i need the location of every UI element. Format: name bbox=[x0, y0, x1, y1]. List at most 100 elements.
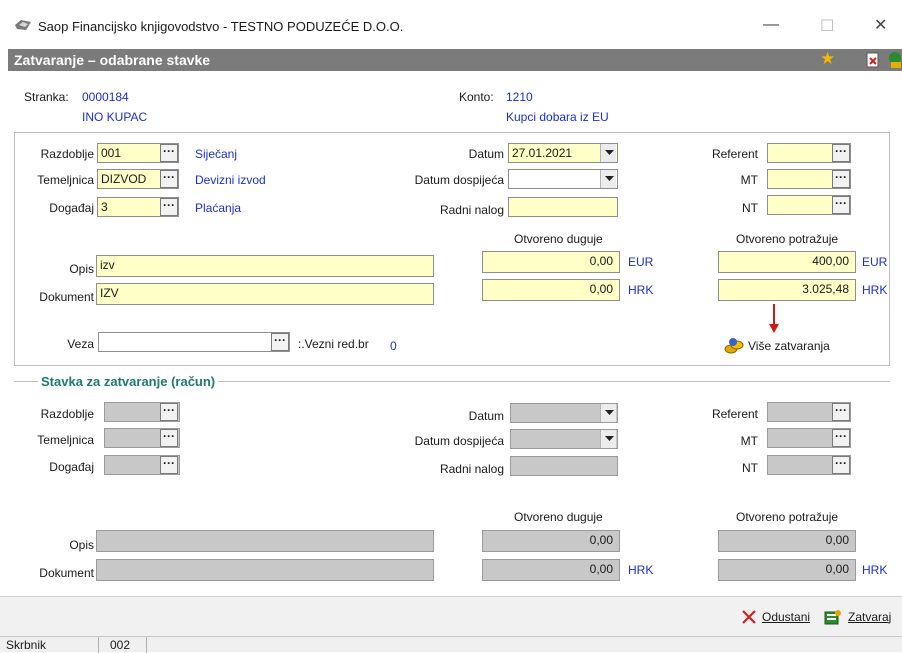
vezni-label: :.Vezni red.br bbox=[298, 337, 369, 351]
konto-label: Konto: bbox=[459, 90, 494, 104]
razdoblje-label: Razdoblje bbox=[40, 147, 94, 161]
dokument-field[interactable]: IZV bbox=[96, 283, 434, 305]
odustani-button[interactable]: Odustani bbox=[742, 608, 822, 628]
razdoblje-lookup-button[interactable]: ··· bbox=[160, 144, 178, 162]
window-title: Saop Financijsko knjigovodstvo - TESTNO … bbox=[38, 19, 404, 34]
close-ledger-icon bbox=[824, 610, 841, 625]
lower-opis-field bbox=[96, 530, 434, 552]
close-button[interactable]: ✕ bbox=[874, 15, 887, 35]
status-separator-1 bbox=[98, 637, 99, 653]
lower-razdoblje-lookup-button[interactable]: ··· bbox=[160, 403, 178, 421]
lower-mt-lookup-button[interactable]: ··· bbox=[832, 429, 850, 447]
nt-lookup-button[interactable]: ··· bbox=[832, 196, 850, 214]
form-title: Zatvaranje – odabrane stavke bbox=[14, 52, 211, 68]
datum-dropdown-button[interactable] bbox=[600, 144, 616, 162]
mt-label: MT bbox=[740, 173, 758, 187]
upper-group bbox=[14, 132, 890, 366]
zatvaraj-label: Zatvaraj bbox=[848, 610, 892, 624]
potrazuje-eur-currency: EUR bbox=[862, 255, 888, 269]
lower-radni-nalog-label: Radni nalog bbox=[439, 462, 504, 476]
dogadaj-label: Događaj bbox=[49, 201, 94, 215]
potrazuje-eur-field[interactable]: 400,00 bbox=[718, 251, 856, 273]
lower-potrazuje-1-field: 0,00 bbox=[718, 530, 856, 552]
mt-lookup-button[interactable]: ··· bbox=[832, 170, 850, 188]
red-arrow-icon bbox=[769, 304, 779, 333]
lower-dokument-field bbox=[96, 559, 434, 581]
dogadaj-name: Plaćanja bbox=[195, 201, 242, 215]
maximize-button[interactable]: ☐ bbox=[820, 16, 834, 36]
lower-otvoreno-duguje-label: Otvoreno duguje bbox=[514, 510, 603, 524]
duguje-eur-currency: EUR bbox=[628, 255, 654, 269]
lower-potrazuje-2-field: 0,00 bbox=[718, 559, 856, 581]
referent-label: Referent bbox=[711, 147, 758, 161]
close-x-icon bbox=[742, 610, 756, 624]
lower-otvoreno-potrazuje-label: Otvoreno potražuje bbox=[736, 510, 839, 524]
lower-mt-label: MT bbox=[740, 434, 758, 448]
vise-zatvaranja-button[interactable]: Više zatvaranja bbox=[724, 336, 854, 356]
lower-duguje-currency: HRK bbox=[628, 563, 654, 577]
app-logo-icon bbox=[15, 20, 31, 30]
status-separator-2 bbox=[146, 637, 147, 653]
referent-lookup-button[interactable]: ··· bbox=[832, 144, 850, 162]
lower-temeljnica-lookup-button[interactable]: ··· bbox=[160, 429, 178, 447]
lower-dokument-label: Dokument bbox=[39, 566, 94, 580]
veza-label: Veza bbox=[67, 337, 94, 351]
status-bar: Skrbnik 002 bbox=[0, 636, 902, 653]
title-bar: Saop Financijsko knjigovodstvo - TESTNO … bbox=[0, 0, 902, 46]
nt-label: NT bbox=[742, 201, 758, 215]
stranka-label: Stranka: bbox=[24, 90, 69, 104]
temeljnica-label: Temeljnica bbox=[37, 173, 94, 187]
dokument-label: Dokument bbox=[39, 290, 94, 304]
lower-temeljnica-label: Temeljnica bbox=[37, 433, 94, 447]
vezni-value: 0 bbox=[390, 339, 397, 353]
dogadaj-lookup-button[interactable]: ··· bbox=[160, 198, 178, 216]
duguje-hrk-field[interactable]: 0,00 bbox=[482, 279, 620, 301]
datum-label: Datum bbox=[468, 147, 504, 161]
opis-label: Opis bbox=[69, 262, 94, 276]
lower-razdoblje-label: Razdoblje bbox=[40, 407, 94, 421]
lower-nt-lookup-button[interactable]: ··· bbox=[832, 456, 850, 474]
duguje-eur-field[interactable]: 0,00 bbox=[482, 251, 620, 273]
razdoblje-name: Siječanj bbox=[195, 147, 238, 161]
potrazuje-hrk-currency: HRK bbox=[862, 283, 888, 297]
temeljnica-lookup-button[interactable]: ··· bbox=[160, 170, 178, 188]
lower-referent-lookup-button[interactable]: ··· bbox=[832, 403, 850, 421]
lower-radni-nalog-field bbox=[510, 456, 618, 476]
lower-datum-dropdown-button[interactable] bbox=[600, 404, 616, 422]
lower-opis-label: Opis bbox=[69, 538, 94, 552]
odustani-label: Odustani bbox=[762, 610, 811, 624]
coins-icon bbox=[724, 338, 744, 354]
document-delete-icon[interactable] bbox=[866, 52, 880, 68]
otvoreno-potrazuje-label: Otvoreno potražuje bbox=[736, 232, 839, 246]
minimize-button[interactable]: — bbox=[763, 16, 779, 34]
lower-duguje-1-field: 0,00 bbox=[482, 530, 620, 552]
datum-dospijeca-dropdown-button[interactable] bbox=[600, 170, 616, 188]
lower-nt-label: NT bbox=[742, 461, 758, 475]
veza-lookup-button[interactable]: ··· bbox=[271, 333, 289, 351]
stranka-value: 0000184 bbox=[82, 90, 129, 104]
lower-dogadaj-label: Događaj bbox=[49, 460, 94, 474]
potrazuje-hrk-field[interactable]: 3.025,48 bbox=[718, 279, 856, 301]
money-icon[interactable] bbox=[888, 51, 902, 69]
lower-datum-label: Datum bbox=[468, 409, 504, 423]
lower-duguje-2-field: 0,00 bbox=[482, 559, 620, 581]
konto-value: 1210 bbox=[506, 90, 533, 104]
star-icon[interactable]: ★ bbox=[820, 49, 835, 69]
temeljnica-name: Devizni izvod bbox=[195, 173, 266, 187]
lower-group-title: Stavka za zatvaranje (račun) bbox=[38, 374, 219, 389]
lower-datum-dospijeca-dropdown-button[interactable] bbox=[600, 430, 616, 448]
lower-potrazuje-currency: HRK bbox=[862, 563, 888, 577]
duguje-hrk-currency: HRK bbox=[628, 283, 654, 297]
lower-dogadaj-lookup-button[interactable]: ··· bbox=[160, 456, 178, 474]
status-value: 002 bbox=[110, 638, 131, 652]
stranka-name: INO KUPAC bbox=[82, 110, 148, 124]
lower-referent-label: Referent bbox=[711, 407, 758, 421]
otvoreno-duguje-label: Otvoreno duguje bbox=[514, 232, 603, 246]
zatvaraj-button[interactable]: Zatvaraj bbox=[824, 608, 902, 628]
status-label: Skrbnik bbox=[6, 638, 47, 652]
veza-field[interactable] bbox=[98, 332, 290, 352]
opis-field[interactable]: izv bbox=[96, 255, 434, 277]
lower-datum-dospijeca-label: Datum dospijeća bbox=[414, 434, 504, 448]
radni-nalog-field[interactable] bbox=[508, 197, 618, 217]
datum-dospijeca-label: Datum dospijeća bbox=[414, 173, 504, 187]
